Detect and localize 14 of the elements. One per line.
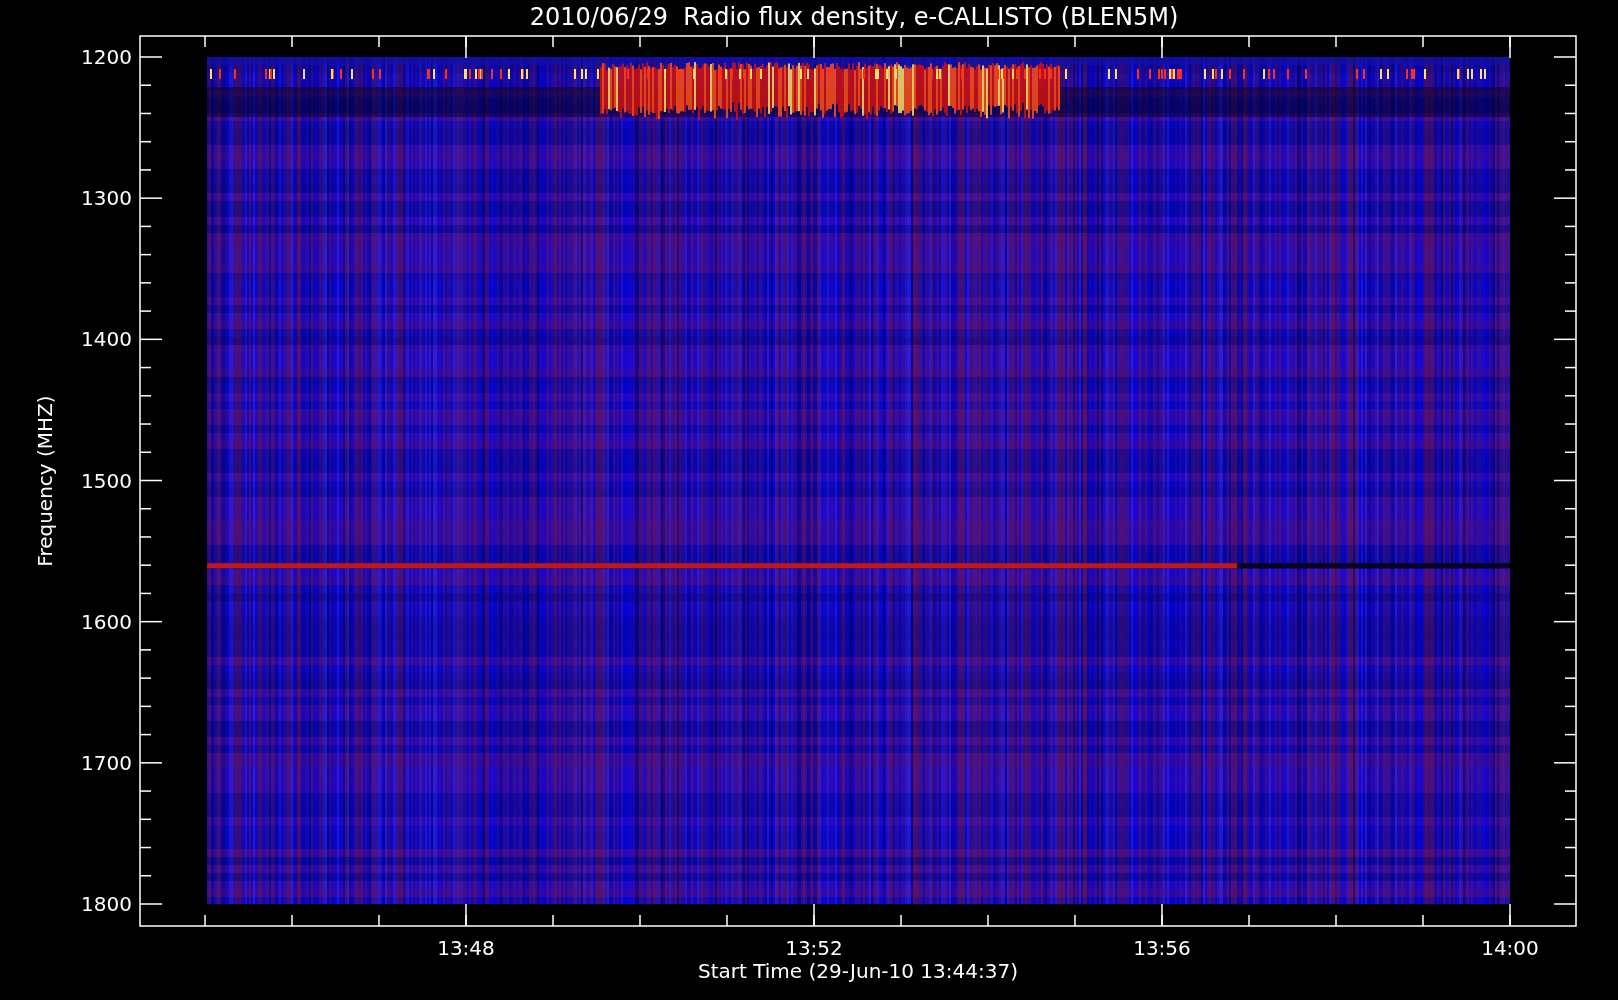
y-tick-label: 1300 xyxy=(81,186,132,211)
x-tick-label: 13:48 xyxy=(437,936,495,960)
y-axis-label: Frequency (MHZ) xyxy=(33,395,57,567)
chart-title: 2010/06/29 Radio flux density, e-CALLISTO (BLEN5M) xyxy=(529,3,1179,31)
y-tick-label: 1200 xyxy=(81,45,132,69)
x-tick-label: 14:00 xyxy=(1481,936,1539,960)
y-tick-label: 1600 xyxy=(81,609,132,634)
y-tick-label: 1800 xyxy=(81,892,132,916)
x-tick-label: 13:52 xyxy=(785,936,843,960)
y-tick-label: 1700 xyxy=(81,750,132,775)
x-tick-label: 13:56 xyxy=(1133,936,1191,960)
y-tick-label: 1400 xyxy=(81,327,132,352)
x-axis-label: Start Time (29-Jun-10 13:44:37) xyxy=(698,959,1018,983)
y-tick-label: 1500 xyxy=(81,468,132,493)
